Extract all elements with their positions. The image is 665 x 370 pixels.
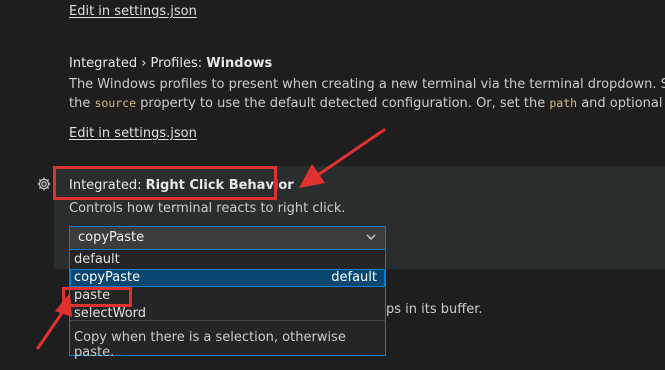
profiles-desc-text-b: property to use the default detected con…: [136, 96, 550, 111]
edit-in-settings-json-link-top[interactable]: Edit in settings.json: [69, 4, 197, 19]
annotation-highlight-title: [53, 166, 277, 200]
edit-in-settings-json-link[interactable]: Edit in settings.json: [69, 126, 197, 141]
settings-page: Edit in settings.json Integrated › Profi…: [0, 0, 665, 370]
hidden-setting-description-tail: ps in its buffer.: [386, 302, 483, 317]
right-click-setting-description: Controls how terminal reacts to right cl…: [69, 201, 346, 216]
gear-icon[interactable]: [36, 176, 52, 192]
chevron-down-icon: [366, 234, 376, 240]
profiles-setting-title: Integrated › Profiles: Windows: [69, 56, 272, 71]
option-default[interactable]: default: [70, 251, 385, 269]
select-current-value: copyPaste: [78, 230, 145, 245]
annotation-highlight-paste: [62, 287, 132, 307]
profiles-desc-text-c: and optional: [577, 96, 665, 111]
profiles-desc-line1: The Windows profiles to present when cre…: [69, 77, 665, 92]
profiles-desc-text-a: the: [69, 96, 95, 111]
option-label: default: [74, 252, 120, 267]
option-default-badge: default: [331, 270, 377, 285]
profiles-setting-description: The Windows profiles to present when cre…: [69, 75, 665, 113]
profiles-desc-line2: the source property to use the default d…: [69, 94, 665, 113]
option-label: selectWord: [74, 306, 147, 321]
code-path: path: [549, 96, 578, 110]
option-label: copyPaste: [74, 270, 141, 285]
right-click-behavior-select[interactable]: copyPaste: [69, 226, 386, 250]
profiles-setting-prefix: Integrated › Profiles:: [69, 56, 207, 71]
option-description: Copy when there is a selection, otherwis…: [70, 320, 385, 360]
code-source: source: [94, 96, 137, 110]
profiles-setting-name: Windows: [206, 56, 273, 71]
option-copypaste[interactable]: copyPaste default: [70, 269, 385, 287]
